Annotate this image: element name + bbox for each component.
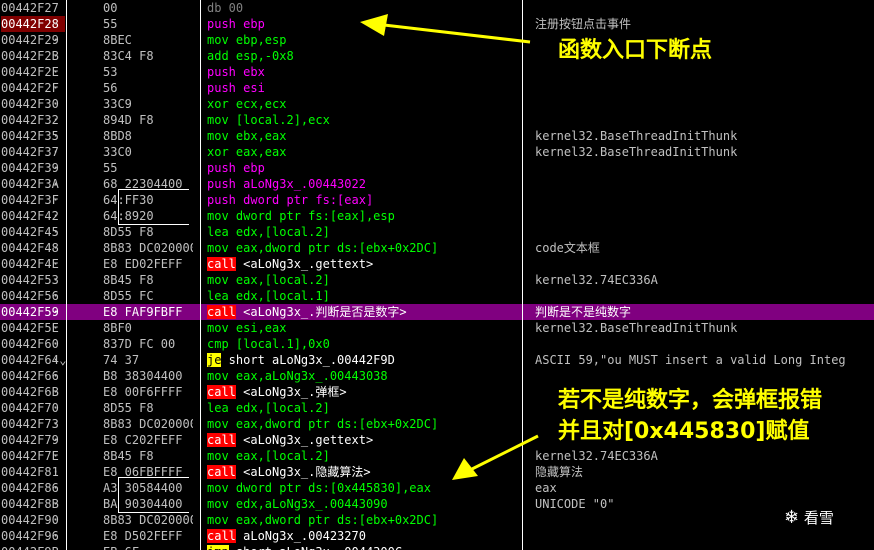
error-annotation-line2: 并且对[0x445830]赋值 — [558, 419, 810, 444]
watermark-text: 看雪 — [803, 509, 834, 527]
entry-breakpoint-annotation: 函数入口下断点 — [558, 38, 713, 63]
entry-arrow-head — [360, 14, 388, 36]
error-annotation-line1: 若不是纯数字，会弹框报错 — [558, 388, 823, 413]
error-arrow-line — [469, 434, 539, 472]
kanxue-watermark: ❄ 看雪 — [784, 508, 834, 528]
snowflake-icon: ❄ — [784, 507, 800, 528]
entry-arrow-line — [383, 23, 531, 44]
annotation-arrows — [360, 14, 539, 480]
